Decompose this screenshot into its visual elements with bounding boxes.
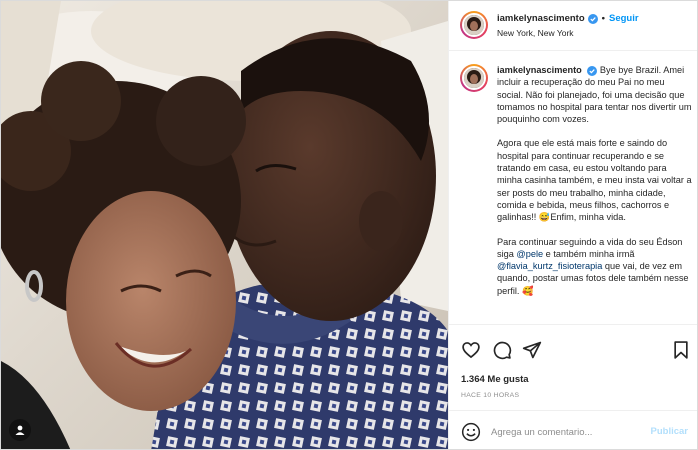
- post-side-panel: iamkelynascimento • Seguir New York, New…: [448, 1, 697, 449]
- caption-paragraph-3: Para continuar seguindo a vida do seu Éd…: [497, 236, 689, 296]
- user-tag-icon: [15, 425, 25, 435]
- heart-icon: [462, 342, 480, 359]
- post-photo[interactable]: [1, 1, 448, 449]
- mention-link[interactable]: @pele: [516, 249, 543, 259]
- likes-count[interactable]: 1.364 Me gusta: [461, 374, 529, 385]
- caption-comment: iamkelynascimento Bye bye Brazil. Amei i…: [460, 64, 692, 309]
- instagram-post-modal: iamkelynascimento • Seguir New York, New…: [0, 0, 698, 450]
- caption-area: iamkelynascimento Bye bye Brazil. Amei i…: [449, 52, 697, 324]
- share-button[interactable]: [522, 340, 542, 360]
- avatar-image: [464, 15, 484, 35]
- post-header: iamkelynascimento • Seguir New York, New…: [449, 1, 697, 51]
- action-icons: [461, 340, 691, 362]
- author-line: iamkelynascimento • Seguir: [497, 13, 639, 24]
- share-icon: [522, 341, 542, 359]
- post-timestamp[interactable]: HACE 10 HORAS: [461, 392, 519, 399]
- like-button[interactable]: [461, 340, 481, 360]
- post-location[interactable]: New York, New York: [497, 28, 574, 38]
- separator-dot: •: [601, 13, 605, 24]
- bookmark-icon: [674, 341, 688, 359]
- publish-button[interactable]: Publicar: [651, 426, 689, 437]
- verified-badge-icon: [587, 65, 598, 76]
- caption-username[interactable]: iamkelynascimento: [497, 65, 582, 75]
- comment-icon: [493, 341, 512, 360]
- author-avatar[interactable]: [460, 11, 488, 39]
- comment-button[interactable]: [492, 340, 512, 360]
- caption-avatar[interactable]: [460, 64, 488, 92]
- avatar-image: [464, 68, 484, 88]
- mention-link[interactable]: @flavia_kurtz_fisioterapia: [497, 261, 602, 271]
- comment-input[interactable]: [491, 422, 641, 442]
- caption-paragraph-1: iamkelynascimento Bye bye Brazil. Amei i…: [497, 64, 692, 125]
- author-username[interactable]: iamkelynascimento: [497, 13, 585, 24]
- post-actions: 1.364 Me gusta HACE 10 HORAS Publicar: [449, 324, 697, 449]
- photo-illustration: [1, 1, 448, 449]
- add-comment-bar: Publicar: [449, 410, 697, 449]
- caption-text: iamkelynascimento Bye bye Brazil. Amei i…: [497, 64, 692, 297]
- caption-paragraph-2: Agora que ele está mais forte e saindo d…: [497, 138, 692, 223]
- follow-button[interactable]: Seguir: [609, 13, 639, 24]
- user-tag-button[interactable]: [9, 419, 31, 441]
- emoji-icon[interactable]: [461, 422, 481, 442]
- verified-badge-icon: [587, 13, 598, 24]
- save-button[interactable]: [671, 340, 691, 360]
